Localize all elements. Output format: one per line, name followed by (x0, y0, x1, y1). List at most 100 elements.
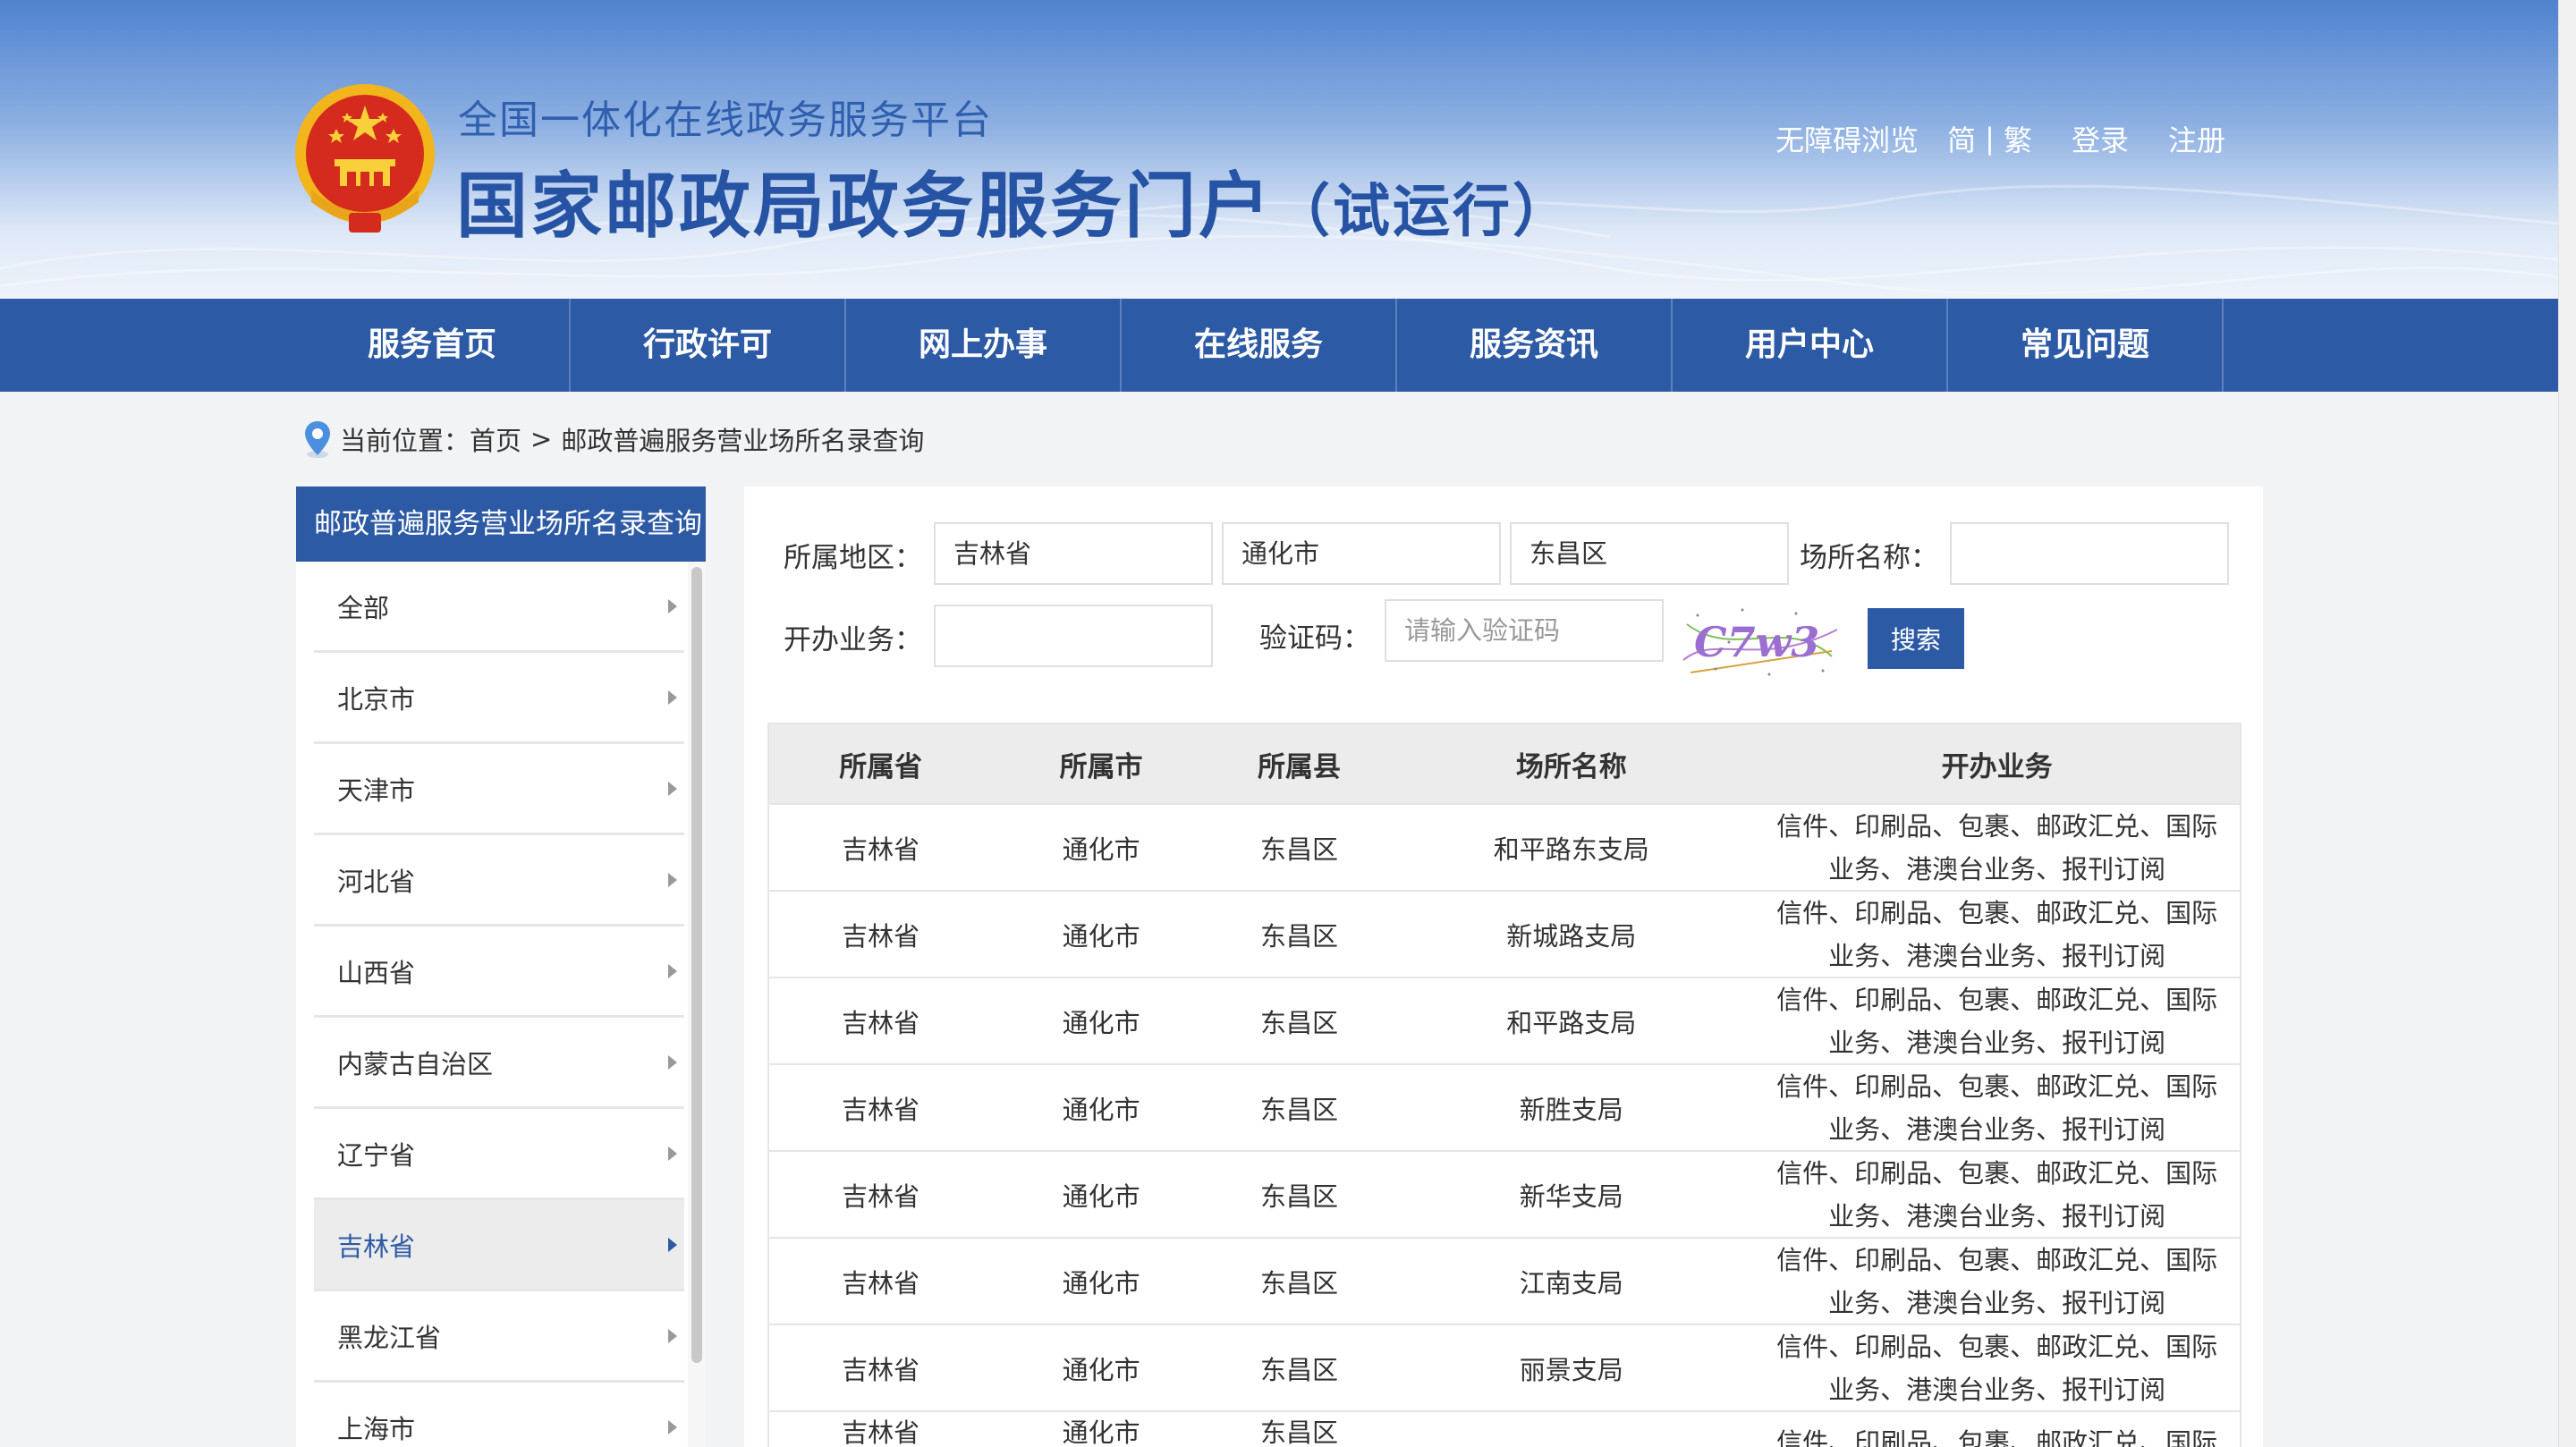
column-header-county: 所属县 (1258, 750, 1342, 783)
breadcrumb-prefix: 当前位置： (340, 426, 470, 456)
nav-item-service-home[interactable]: 服务首页 (295, 299, 571, 392)
table-row: 吉林省 通化市 东昌区 丽景支局 信件、印刷品、包裹、邮政汇兑、国际业务、港澳台… (769, 1325, 2240, 1412)
caret-right-icon (668, 1146, 677, 1161)
table-row: 吉林省 通化市 东昌区 江南支局 信件、印刷品、包裹、邮政汇兑、国际业务、港澳台… (769, 1239, 2240, 1325)
sidebar-item-liaoning[interactable]: 辽宁省 (314, 1109, 684, 1200)
captcha-input[interactable] (1385, 599, 1664, 662)
sidebar-scrollbar[interactable] (688, 562, 706, 1447)
sidebar-item-inner-mongolia[interactable]: 内蒙古自治区 (314, 1018, 684, 1109)
sidebar-scrollbar-thumb[interactable] (691, 567, 702, 1363)
results-table: 所属省 所属市 所属县 场所名称 开办业务 吉林省 通化市 东昌区 和平路东支局… (767, 723, 2241, 1447)
cell-city: 通化市 (1062, 1094, 1140, 1125)
cell-business: 信件、印刷品、包裹、邮政汇兑、国际业务、港澳台业务、报刊订阅 (1776, 1331, 2218, 1405)
cell-province: 吉林省 (842, 1417, 920, 1447)
caret-right-icon (668, 872, 677, 887)
cell-province: 吉林省 (842, 834, 920, 865)
nav-item-service-news[interactable]: 服务资讯 (1397, 299, 1673, 392)
national-emblem-icon (295, 84, 435, 233)
cell-city: 通化市 (1062, 920, 1140, 952)
nav-item-faq[interactable]: 常见问题 (1948, 299, 2224, 392)
nav-item-online-service[interactable]: 在线服务 (1122, 299, 1397, 392)
cell-province: 吉林省 (842, 920, 920, 952)
sidebar-item-label: 北京市 (337, 683, 416, 715)
province-select[interactable]: 吉林省 (934, 522, 1213, 585)
sidebar-item-shanghai[interactable]: 上海市 (314, 1383, 684, 1447)
place-name-label: 场所名称： (1800, 542, 1938, 574)
caret-right-icon (668, 1328, 677, 1343)
caret-right-icon (668, 598, 677, 613)
cell-county: 东昌区 (1260, 834, 1339, 865)
place-name-input[interactable] (1950, 522, 2229, 585)
cell-county: 东昌区 (1260, 1094, 1339, 1125)
business-input[interactable] (934, 605, 1213, 667)
cell-city: 通化市 (1062, 1354, 1140, 1385)
nav-item-admin-license[interactable]: 行政许可 (571, 299, 846, 392)
cell-business: 信件、印刷品、包裹、邮政汇兑、国际业务、港澳台业务、报刊订阅 (1776, 984, 2218, 1058)
search-button[interactable]: 搜索 (1868, 608, 1964, 669)
cell-city: 通化市 (1062, 834, 1140, 865)
cell-business: 信件、印刷品、包裹、邮政汇兑、国际业务、港澳台业务、报刊订阅 (1776, 897, 2218, 971)
sidebar-item-label: 内蒙古自治区 (337, 1048, 494, 1079)
sidebar-item-hebei[interactable]: 河北省 (314, 835, 684, 927)
cell-county: 东昌区 (1260, 920, 1339, 952)
nav-item-user-center[interactable]: 用户中心 (1673, 299, 1948, 392)
site-header: 全国一体化在线政务服务平台 国家邮政局政务服务门户（试运行） 无障碍浏览 简 |… (0, 0, 2558, 299)
cell-county: 东昌区 (1260, 1417, 1339, 1447)
column-header-place-name: 场所名称 (1515, 750, 1627, 783)
login-link[interactable]: 登录 (2072, 118, 2129, 159)
cell-business: 信件、印刷品、包裹、邮政汇兑、国际业务、港澳台业务、报刊订阅 (1776, 1244, 2218, 1318)
cell-county: 东昌区 (1260, 1007, 1339, 1038)
district-select[interactable]: 东昌区 (1510, 522, 1789, 585)
page-scrollbar[interactable] (2558, 0, 2576, 1447)
sidebar-item-beijing[interactable]: 北京市 (314, 653, 684, 744)
language-separator: | (1985, 122, 1995, 156)
table-row: 吉林省 通化市 东昌区 新胜支局 信件、印刷品、包裹、邮政汇兑、国际业务、港澳台… (769, 1065, 2240, 1152)
accessibility-link[interactable]: 无障碍浏览 (1775, 118, 1919, 159)
cell-place-name: 丽景支局 (1519, 1354, 1623, 1385)
city-select[interactable]: 通化市 (1222, 522, 1501, 585)
cell-business: 信件、印刷品、包裹、邮政汇兑、国际业 (1776, 1427, 2218, 1447)
cell-city: 通化市 (1062, 1267, 1140, 1299)
sidebar-item-jilin[interactable]: 吉林省 (314, 1200, 684, 1291)
caret-right-icon (668, 781, 677, 796)
nav-item-online-affairs[interactable]: 网上办事 (846, 299, 1122, 392)
caret-right-icon (668, 1054, 677, 1070)
cell-county: 东昌区 (1260, 1354, 1339, 1385)
caret-right-icon (668, 690, 677, 705)
sidebar-item-all[interactable]: 全部 (314, 562, 684, 653)
table-header: 所属省 所属市 所属县 场所名称 开办业务 (769, 724, 2240, 805)
traditional-chinese-link[interactable]: 繁 (2004, 118, 2032, 159)
captcha-image[interactable]: C7w3 (1680, 597, 1843, 683)
breadcrumb-separator: > (530, 424, 553, 454)
caret-right-icon (668, 1419, 677, 1434)
breadcrumb-home-link[interactable]: 首页 (470, 420, 521, 458)
cell-province: 吉林省 (842, 1007, 920, 1038)
captcha-text: C7w3 (1694, 618, 1819, 666)
portal-title: 国家邮政局政务服务门户（试运行） (456, 148, 1572, 252)
breadcrumb: 当前位置： 首页 > 邮政普遍服务营业场所名录查询 (302, 417, 924, 461)
column-header-business: 开办业务 (1941, 750, 2053, 783)
cell-city: 通化市 (1062, 1007, 1140, 1038)
table-row: 吉林省 通化市 东昌区 和平路东支局 信件、印刷品、包裹、邮政汇兑、国际业务、港… (769, 805, 2240, 892)
business-label: 开办业务： (784, 624, 922, 656)
sidebar-item-label: 山西省 (337, 957, 416, 988)
table-row: 吉林省 通化市 东昌区 信件、印刷品、包裹、邮政汇兑、国际业 (769, 1412, 2240, 1447)
cell-county: 东昌区 (1260, 1180, 1339, 1212)
cell-place-name: 新胜支局 (1519, 1094, 1623, 1125)
portal-title-suffix: （试运行） (1273, 179, 1572, 245)
cell-province: 吉林省 (842, 1094, 920, 1125)
caret-right-icon (668, 1237, 677, 1252)
cell-place-name: 新华支局 (1519, 1180, 1623, 1212)
simplified-chinese-link[interactable]: 简 (1947, 118, 1976, 159)
sidebar-item-heilongjiang[interactable]: 黑龙江省 (314, 1291, 684, 1383)
cell-province: 吉林省 (842, 1354, 920, 1385)
search-panel: 所属地区： 吉林省 通化市 东昌区 场所名称： 开办业务： 验证码： C7w3 … (744, 487, 2263, 1447)
register-link[interactable]: 注册 (2168, 118, 2225, 159)
sidebar-item-label: 全部 (337, 592, 390, 623)
sidebar-item-shanxi[interactable]: 山西省 (314, 927, 684, 1018)
cell-province: 吉林省 (842, 1180, 920, 1212)
sidebar-item-label: 黑龙江省 (337, 1322, 442, 1353)
sidebar-title: 邮政普遍服务营业场所名录查询 (296, 487, 706, 562)
sidebar-item-tianjin[interactable]: 天津市 (314, 744, 684, 835)
cell-city: 通化市 (1062, 1417, 1140, 1447)
